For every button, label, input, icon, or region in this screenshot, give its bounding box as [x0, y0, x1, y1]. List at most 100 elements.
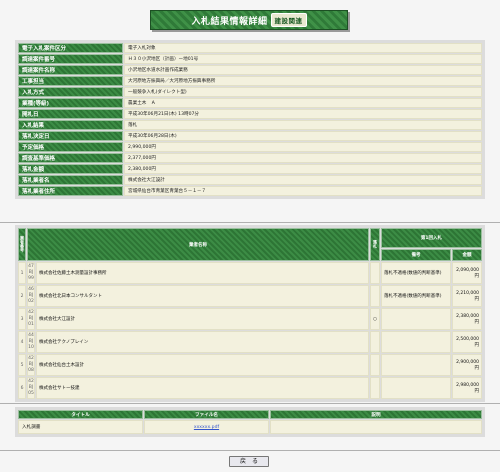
info-label: 電子入札案件区分	[18, 43, 123, 53]
divider	[0, 450, 500, 451]
info-row: 工事担当 大河原地方振興局／大河原地方振興事務所	[18, 76, 482, 86]
info-row: 落札決定日 平成30年06月28日(木)	[18, 131, 482, 141]
info-value: 農業土木 Ａ	[124, 98, 482, 108]
table-row: 5 42 BJ 08 株式会社仙台土木設計 2,900,000円	[18, 354, 482, 376]
info-row: 入札方式 一般競争入札(ダイレクト型)	[18, 87, 482, 97]
info-label: 落札金額	[18, 164, 123, 174]
col-header-bidder-name: 業者名称	[27, 228, 369, 261]
table-row: 4 44 BJ 10 株式会社テクノプレイン 2,500,000円	[18, 331, 482, 353]
award-mark	[370, 285, 380, 307]
info-label: 工事担当	[18, 76, 123, 86]
info-row: 電子入札案件区分 電子入札対象	[18, 43, 482, 53]
bidder-code: 42 BJ 08	[27, 354, 35, 376]
bid-remark	[381, 308, 451, 330]
bidder-code: 42 BJ 01	[27, 308, 35, 330]
file-link[interactable]: xxxxxx.pdf	[194, 425, 219, 430]
col-header-description: 説明	[270, 410, 482, 419]
row-number: 5	[18, 354, 26, 376]
bidder-name: 株式会社大江設計	[36, 308, 369, 330]
info-value: 平成30年06月28日(木)	[124, 131, 482, 141]
award-mark	[370, 377, 380, 399]
bidder-code: 46 BJ 02	[27, 285, 35, 307]
col-header-title: タイトル	[18, 410, 143, 419]
category-badge: 建設関連	[270, 13, 307, 27]
info-label: 調達案件名称	[18, 65, 123, 75]
info-value: 平成30年06月21日(木) 13時07分	[124, 109, 482, 119]
info-value: 2,990,000円	[124, 142, 482, 152]
info-label: 落札業者名	[18, 175, 123, 185]
row-number: 3	[18, 308, 26, 330]
info-value: 2,377,000円	[124, 153, 482, 163]
award-mark	[370, 354, 380, 376]
info-row: 開札日 平成30年06月21日(木) 13時07分	[18, 109, 482, 119]
page-title: 入札結果情報詳細	[191, 16, 268, 27]
bidder-code: 44 BJ 10	[27, 331, 35, 353]
info-value: 小沢地区水道水計画作成業務	[124, 65, 482, 75]
info-row: 落札業者住所 宮城県仙台市青葉区青葉台５－１－７	[18, 186, 482, 196]
bidder-name: 株式会社サトー技建	[36, 377, 369, 399]
bidder-code: 47 BJ 99	[27, 262, 35, 284]
bid-remark: 落札不適格(数値的判断基準)	[381, 262, 451, 284]
info-label: 落札業者住所	[18, 186, 123, 196]
info-label: 調査基準価格	[18, 153, 123, 163]
info-row: 落札業者名 株式会社大江設計	[18, 175, 482, 185]
divider	[0, 222, 500, 223]
bid-amount: 2,900,000円	[452, 354, 482, 376]
attachments-panel: タイトル ファイル名 説明 入札調書 xxxxxx.pdf	[15, 407, 485, 437]
info-row: 入札結果 落札	[18, 120, 482, 130]
info-label: 開札日	[18, 109, 123, 119]
col-header-award: 落札	[370, 228, 380, 261]
divider	[0, 403, 500, 404]
info-label: 落札決定日	[18, 131, 123, 141]
bid-remark: 落札不適格(数値的判断基準)	[381, 285, 451, 307]
bid-remark	[381, 331, 451, 353]
info-row: 調達案件名称 小沢地区水道水計画作成業務	[18, 65, 482, 75]
row-number: 4	[18, 331, 26, 353]
bidder-code: 42 BJ 05	[27, 377, 35, 399]
bidder-name: 株式会社仙台土木設計	[36, 354, 369, 376]
info-label: 入札方式	[18, 87, 123, 97]
row-number: 1	[18, 262, 26, 284]
col-header-bidder-number: 業者番号	[18, 228, 26, 261]
info-value: 落札	[124, 120, 482, 130]
info-value: 大河原地方振興局／大河原地方振興事務所	[124, 76, 482, 86]
back-button[interactable]: 戻 る	[229, 456, 269, 467]
col-header-amount: 金額	[452, 249, 482, 261]
info-row: 調達案件番号 Ｈ３０小沢地区（計画）ー地01号	[18, 54, 482, 64]
col-header-remark: 備考	[381, 249, 451, 261]
info-value: 一般競争入札(ダイレクト型)	[124, 87, 482, 97]
info-value: 株式会社大江設計	[124, 175, 482, 185]
award-mark	[370, 331, 380, 353]
info-row: 落札金額 2,380,000円	[18, 164, 482, 174]
info-value: 宮城県仙台市青葉区青葉台５－１－７	[124, 186, 482, 196]
info-row: 調査基準価格 2,377,000円	[18, 153, 482, 163]
bidder-name: 株式会社北日本コンサルタント	[36, 285, 369, 307]
info-row: 予定価格 2,990,000円	[18, 142, 482, 152]
bid-results-panel: 業者番号 業者名称 落札 第1回入札 備考 金額 1 47 BJ 99 株式会社佐藤…	[15, 225, 485, 402]
project-info-table: 電子入札案件区分 電子入札対象 調達案件番号 Ｈ３０小沢地区（計画）ー地01号 調達案件…	[17, 42, 483, 197]
table-row: 1 47 BJ 99 株式会社佐藤土木測量設計事務所 落札不適格(数値的判断基準) 2,…	[18, 262, 482, 284]
info-label: 予定価格	[18, 142, 123, 152]
bid-amount: 2,210,000円	[452, 285, 482, 307]
project-info-panel: 電子入札案件区分 電子入札対象 調達案件番号 Ｈ３０小沢地区（計画）ー地01号 調達案件…	[15, 40, 485, 199]
row-number: 6	[18, 377, 26, 399]
bidder-name: 株式会社テクノプレイン	[36, 331, 369, 353]
bid-remark	[381, 377, 451, 399]
file-cell: xxxxxx.pdf	[144, 420, 269, 434]
bid-amount: 2,980,000円	[452, 377, 482, 399]
bid-amount: 2,500,000円	[452, 331, 482, 353]
info-label: 調達案件番号	[18, 54, 123, 64]
file-description	[270, 420, 482, 434]
award-mark	[370, 262, 380, 284]
info-label: 入札結果	[18, 120, 123, 130]
info-value: 電子入札対象	[124, 43, 482, 53]
file-title: 入札調書	[18, 420, 143, 434]
col-header-filename: ファイル名	[144, 410, 269, 419]
row-number: 2	[18, 285, 26, 307]
bid-amount: 2,090,000円	[452, 262, 482, 284]
table-row: 3 42 BJ 01 株式会社大江設計 ○ 2,380,000円	[18, 308, 482, 330]
info-value: 2,380,000円	[124, 164, 482, 174]
attachments-table: タイトル ファイル名 説明 入札調書 xxxxxx.pdf	[17, 409, 483, 435]
bid-amount: 2,380,000円	[452, 308, 482, 330]
award-mark: ○	[370, 308, 380, 330]
